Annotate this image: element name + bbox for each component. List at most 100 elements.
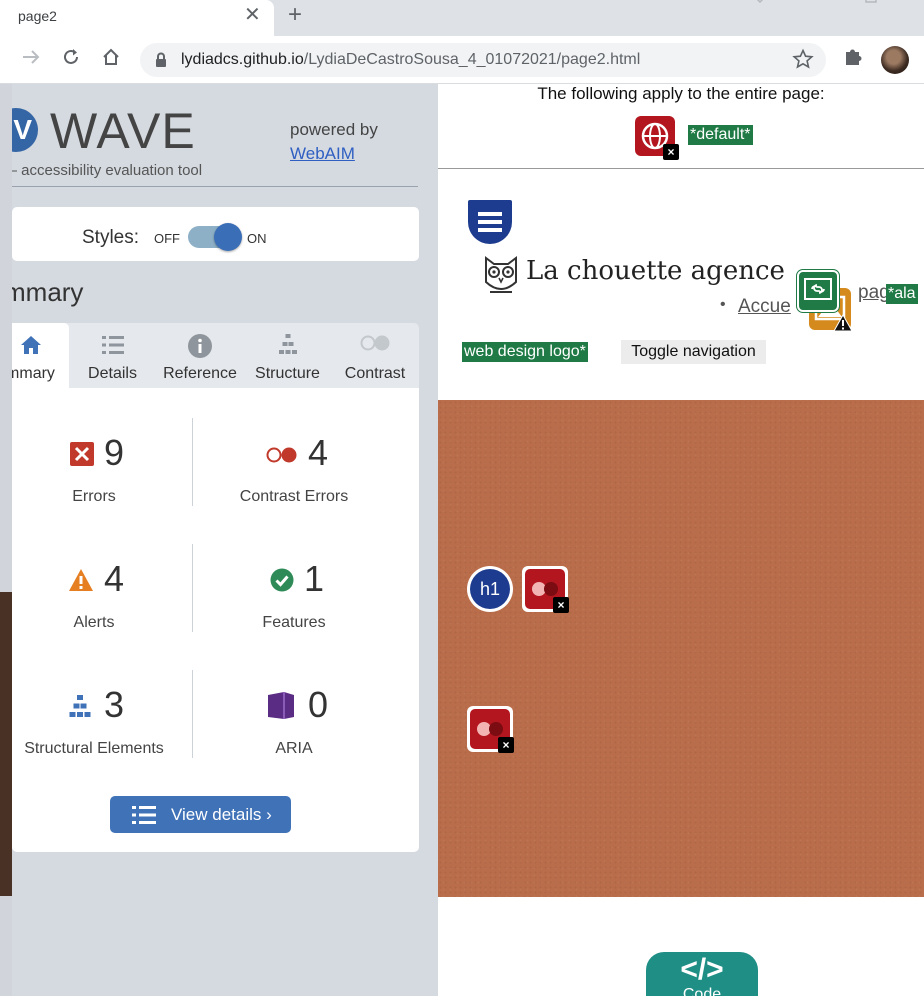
tab-details[interactable]: Details <box>69 323 156 388</box>
css-structure-icon[interactable] <box>468 200 512 244</box>
structural-count: 3 <box>104 684 125 725</box>
evaluated-page: The following apply to the entire page: … <box>438 84 924 996</box>
code-icon: </> <box>680 953 724 986</box>
styles-on-label[interactable]: ON <box>247 231 267 246</box>
url-path: /LydiaDeCastroSousa_4_01072021/page2.htm… <box>303 51 641 68</box>
page-level-note: The following apply to the entire page: <box>537 84 825 103</box>
info-icon <box>156 333 244 358</box>
features-label: Features <box>262 614 326 631</box>
url-text[interactable]: lydiadcs.github.io/LydiaDeCastroSousa_4_… <box>181 51 640 69</box>
address-bar[interactable]: lydiadcs.github.io/LydiaDeCastroSousa_4_… <box>140 43 826 77</box>
wave-tabs: mmary Details Reference Structure Contra… <box>12 323 419 388</box>
tab-summary[interactable]: mmary <box>12 323 69 388</box>
view-details-label: View details › <box>171 805 272 824</box>
errors-label: Errors <box>72 488 116 505</box>
alert-triangle-icon <box>833 313 853 337</box>
error-x-icon: × <box>498 737 514 753</box>
styles-toggle-box: Styles: OFF ON <box>12 207 419 261</box>
stat-divider <box>192 544 193 632</box>
logo-alt-badge[interactable]: web design logo* <box>462 342 588 362</box>
aria-stat[interactable]: 0 ARIA <box>194 662 394 762</box>
wave-logo-text: WAVE <box>50 103 196 159</box>
tab-summary-label: mmary <box>12 365 55 382</box>
home-icon <box>12 333 69 357</box>
toggle-knob[interactable] <box>214 223 242 251</box>
profile-avatar[interactable] <box>881 46 909 74</box>
contrast-error-icon <box>266 446 298 469</box>
forward-icon[interactable] <box>18 46 44 72</box>
aria-count: 0 <box>308 684 329 725</box>
nav-link-page[interactable]: pag <box>858 282 890 304</box>
features-count: 1 <box>304 558 325 599</box>
owl-logo-icon <box>482 254 520 301</box>
styles-label: Styles: <box>82 227 140 248</box>
contrast-errors-stat[interactable]: 4 Contrast Errors <box>194 410 394 510</box>
tab-details-label: Details <box>88 365 137 382</box>
h1-structure-icon[interactable]: h1 <box>467 566 513 612</box>
code-label: Code <box>682 986 722 996</box>
new-tab-icon[interactable]: + <box>288 3 302 27</box>
lock-icon[interactable] <box>155 52 167 73</box>
aria-icon <box>266 690 296 725</box>
linked-image-feature-icon[interactable] <box>797 270 839 312</box>
tab-contrast-label: Contrast <box>344 365 406 382</box>
bookmark-star-icon[interactable] <box>792 48 814 76</box>
aria-label: ARIA <box>275 740 313 757</box>
alert-icon <box>68 568 94 597</box>
alerts-label: Alerts <box>73 614 115 631</box>
browser-tab-strip: page2 ✕ + <box>0 0 924 36</box>
error-x-icon: × <box>553 597 569 613</box>
tab-structure[interactable]: Structure <box>244 323 331 388</box>
browser-tab[interactable]: page2 ✕ <box>0 0 274 36</box>
header-divider <box>12 186 418 187</box>
tab-contrast[interactable]: Contrast <box>331 323 419 388</box>
styles-toggle-switch[interactable] <box>188 223 242 251</box>
contrast-errors-label: Contrast Errors <box>239 488 349 505</box>
stat-divider <box>192 418 193 506</box>
wave-logo-icon: V <box>12 108 38 152</box>
structural-label: Structural Elements <box>24 740 164 757</box>
tab-reference[interactable]: Reference <box>156 323 244 388</box>
list-icon <box>69 333 156 357</box>
window-controls-icon <box>756 0 877 4</box>
list-icon <box>132 805 158 830</box>
code-toggle-button[interactable]: </> Code <box>646 952 758 996</box>
page-left-dark-block <box>0 592 12 896</box>
url-host: lydiadcs.github.io <box>181 51 304 68</box>
tab-title: page2 <box>18 8 57 24</box>
contrast-icon <box>331 333 419 357</box>
structure-stat-icon <box>66 694 94 723</box>
home-button-icon[interactable] <box>98 46 124 72</box>
reload-icon[interactable] <box>58 46 84 72</box>
errors-stat[interactable]: 9 Errors <box>12 410 194 510</box>
stat-divider <box>192 670 193 758</box>
window-controls[interactable] <box>752 0 912 13</box>
tab-structure-label: Structure <box>255 365 320 382</box>
structural-stat[interactable]: 3 Structural Elements <box>12 662 194 762</box>
extensions-puzzle-icon[interactable] <box>842 45 864 73</box>
default-language-badge[interactable]: *default* <box>688 125 753 145</box>
wave-sidebar: V WAVE — accessibility evaluation tool p… <box>12 84 438 996</box>
webaim-link[interactable]: WebAIM <box>290 144 355 164</box>
browser-toolbar: lydiadcs.github.io/LydiaDeCastroSousa_4_… <box>0 36 924 84</box>
styles-off-label[interactable]: OFF <box>154 231 180 246</box>
wave-tagline: — accessibility evaluation tool <box>12 162 203 179</box>
nav-link-accueil[interactable]: Accue <box>738 296 791 318</box>
features-stat[interactable]: 1 Features <box>194 536 394 636</box>
nav-bullet: • <box>720 296 726 313</box>
alt-text-badge[interactable]: *ala <box>886 284 918 304</box>
panel-heading: mmary <box>12 277 84 307</box>
tab-close-icon[interactable]: ✕ <box>244 5 261 25</box>
view-details-button[interactable]: View details › <box>110 796 291 833</box>
error-x-icon: × <box>663 144 679 160</box>
structure-icon <box>244 333 331 357</box>
hero-background: h1 × × <box>438 400 924 897</box>
alerts-count: 4 <box>104 558 125 599</box>
contrast-errors-count: 4 <box>308 432 329 473</box>
alerts-stat[interactable]: 4 Alerts <box>12 536 194 636</box>
powered-by-text: powered by <box>290 120 378 139</box>
summary-card: 9 Errors 4 Contrast Errors 4 Alerts 1 Fe… <box>12 388 419 852</box>
page-divider <box>438 168 924 169</box>
toggle-navigation-button[interactable]: Toggle navigation <box>621 340 766 364</box>
errors-count: 9 <box>104 432 125 473</box>
